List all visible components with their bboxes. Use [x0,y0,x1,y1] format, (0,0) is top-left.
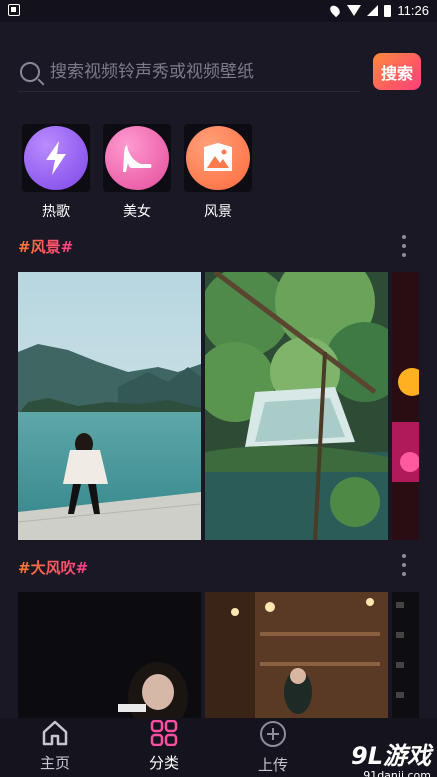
search-row: 搜索 [18,52,421,92]
grid-icon [150,719,178,747]
status-bar: 11:26 [0,0,437,22]
tab-label: 分类 [148,754,179,772]
category-beauty[interactable]: 美女 [103,124,171,221]
film-strip-image [392,592,419,718]
location-icon [328,3,343,18]
home-icon [42,720,68,746]
room-scene-image [205,592,388,718]
tab-categories[interactable]: 分类 [129,719,199,773]
wifi-icon [347,5,362,16]
category-tile [22,124,90,192]
upload-plus-icon [260,721,286,747]
status-icons: 11:26 [328,3,429,18]
search-button[interactable]: 搜索 [373,53,421,90]
search-bar[interactable] [18,52,360,92]
lightning-icon [46,141,66,175]
status-time: 11:26 [397,3,429,18]
section-title-big-wind[interactable]: #大风吹# [18,557,88,578]
category-circle [186,126,250,190]
tab-upload[interactable]: 上传 [238,720,308,775]
category-label: 风景 [204,204,232,220]
category-label: 热歌 [42,204,70,220]
category-tile [184,124,252,192]
party-scene-image [392,272,419,540]
category-label: 美女 [123,204,151,220]
watermark-logo: 9L游戏 [351,742,431,770]
category-circle [105,126,169,190]
category-hot-songs[interactable]: 热歌 [22,124,90,221]
category-scenery[interactable]: 风景 [184,124,252,221]
lake-scene-image [18,272,201,540]
search-icon [20,61,40,82]
category-circle [24,126,88,190]
more-options-icon[interactable] [401,235,407,257]
video-thumbnail-partial[interactable] [392,272,419,540]
high-heel-icon [123,145,152,172]
more-options-icon[interactable] [401,554,407,576]
tab-label: 主页 [39,754,70,772]
video-thumbnail-lake[interactable] [18,272,201,540]
video-thumbnail-waterfall[interactable] [205,272,388,540]
singer-scene-image [18,592,201,718]
notification-icon [8,4,20,16]
watermark-url: 91danji.com [363,769,431,777]
search-input[interactable] [50,61,340,82]
section-title-scenery[interactable]: #风景# [18,236,73,257]
signal-icon [367,5,379,16]
video-thumbnail-room[interactable] [205,592,388,718]
battery-icon [384,4,392,17]
watermark: 9L游戏 91danji.com [351,736,431,777]
video-thumbnail-singer[interactable] [18,592,201,718]
waterfall-scene-image [205,272,388,540]
category-tile [103,124,171,192]
landscape-icon [204,143,232,171]
tab-home[interactable]: 主页 [20,720,90,773]
tab-label: 上传 [257,756,288,774]
video-thumbnail-partial-2[interactable] [392,592,419,718]
